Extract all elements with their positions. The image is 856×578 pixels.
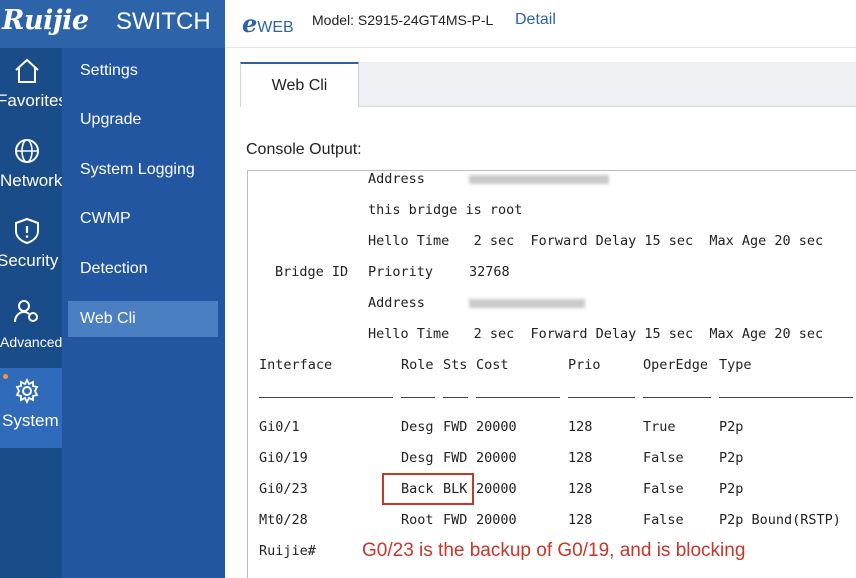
shield-icon bbox=[15, 217, 39, 245]
submenu-item-upgrade[interactable]: Upgrade bbox=[68, 102, 218, 138]
column-rule bbox=[476, 397, 560, 398]
cell-prio: 128 bbox=[568, 450, 593, 466]
column-header-sts: Sts bbox=[443, 357, 468, 373]
redacted-address bbox=[469, 175, 609, 184]
column-rule bbox=[643, 397, 711, 398]
tab-web-cli[interactable]: Web Cli bbox=[240, 62, 359, 107]
column-header-role: Role bbox=[401, 357, 434, 373]
submenu-item-detection[interactable]: Detection bbox=[68, 251, 218, 287]
console-priority-label: Priority bbox=[368, 264, 434, 280]
column-header-interface: Interface bbox=[259, 357, 333, 373]
brand-product: SWITCH bbox=[116, 8, 211, 35]
console-output[interactable]: Address this bridge is root Hello Time 2… bbox=[247, 170, 856, 578]
column-header-operedge: OperEdge bbox=[643, 357, 709, 373]
category-rail: Favorites Network Security Advanced Syst… bbox=[0, 48, 67, 578]
cell-interface: Gi0/19 bbox=[259, 450, 308, 466]
main-content: Web Cli Console Output: Address this bri… bbox=[225, 48, 856, 578]
console-hello-line: Hello Time 2 sec Forward Delay 15 sec Ma… bbox=[368, 233, 824, 249]
rail-label: Advanced bbox=[0, 334, 63, 350]
column-rule bbox=[401, 397, 435, 398]
cell-type: P2p bbox=[719, 481, 744, 497]
cell-interface: Gi0/23 bbox=[259, 481, 308, 497]
column-rule bbox=[719, 397, 853, 398]
brand-bar: Ruijie SWITCH bbox=[0, 0, 225, 48]
users-gear-icon bbox=[14, 300, 38, 323]
notification-dot bbox=[3, 374, 8, 379]
redacted-address bbox=[469, 299, 585, 308]
cell-cost: 20000 bbox=[476, 512, 517, 528]
cell-prio: 128 bbox=[568, 419, 593, 435]
cell-prio: 128 bbox=[568, 512, 593, 528]
model-label: Model: S2915-24GT4MS-P-L bbox=[312, 12, 494, 28]
cell-sts: FWD bbox=[443, 450, 468, 466]
cell-type: P2p bbox=[719, 450, 744, 466]
cell-interface: Gi0/1 bbox=[259, 419, 300, 435]
cell-operedge: False bbox=[643, 450, 684, 466]
column-header-cost: Cost bbox=[476, 357, 509, 373]
header: eWEB Model: S2915-24GT4MS-P-L Detail bbox=[225, 0, 856, 48]
rail-item-favorites[interactable]: Favorites bbox=[0, 48, 67, 128]
column-header-prio: Prio bbox=[568, 357, 601, 373]
column-rule bbox=[568, 397, 635, 398]
rail-item-advanced[interactable]: Advanced bbox=[0, 288, 62, 368]
console-label: Console Output: bbox=[246, 141, 362, 158]
cell-cost: 20000 bbox=[476, 450, 517, 466]
console-hello-line: Hello Time 2 sec Forward Delay 15 sec Ma… bbox=[368, 326, 824, 342]
gear-icon bbox=[15, 377, 39, 405]
detail-link[interactable]: Detail bbox=[515, 11, 556, 29]
home-icon bbox=[15, 58, 39, 83]
highlight-box bbox=[382, 473, 474, 505]
rail-item-security[interactable]: Security bbox=[0, 208, 62, 288]
rail-label: Security bbox=[0, 251, 59, 270]
submenu: Settings Upgrade System Logging CWMP Det… bbox=[62, 48, 225, 578]
cell-type: P2p Bound(RSTP) bbox=[719, 512, 841, 528]
cell-operedge: False bbox=[643, 481, 684, 497]
rail-item-system[interactable]: System bbox=[0, 368, 62, 448]
console-address-label: Address bbox=[368, 295, 425, 311]
column-header-type: Type bbox=[719, 357, 752, 373]
submenu-item-settings[interactable]: Settings bbox=[68, 53, 218, 89]
cell-prio: 128 bbox=[568, 481, 593, 497]
console-address-label: Address bbox=[368, 171, 425, 187]
cell-sts: FWD bbox=[443, 512, 468, 528]
cell-role: Desg bbox=[401, 419, 434, 435]
column-rule bbox=[443, 397, 468, 398]
console-priority-value: 32768 bbox=[469, 264, 510, 280]
console-root-text: this bridge is root bbox=[368, 202, 523, 218]
cell-cost: 20000 bbox=[476, 481, 517, 497]
cell-role: Desg bbox=[401, 450, 434, 466]
cell-operedge: True bbox=[643, 419, 676, 435]
eweb-logo: eWEB bbox=[242, 9, 294, 38]
globe-icon bbox=[15, 139, 39, 163]
column-rule bbox=[259, 397, 393, 398]
annotation-text: G0/23 is the backup of G0/19, and is blo… bbox=[362, 540, 746, 561]
brand-logo: Ruijie bbox=[2, 5, 89, 36]
rail-label: Favorites bbox=[0, 91, 67, 110]
cell-operedge: False bbox=[643, 512, 684, 528]
rail-label: Network bbox=[0, 171, 63, 190]
submenu-item-cwmp[interactable]: CWMP bbox=[68, 201, 218, 237]
cell-sts: FWD bbox=[443, 419, 468, 435]
submenu-item-web-cli[interactable]: Web Cli bbox=[68, 301, 218, 337]
rail-item-network[interactable]: Network bbox=[0, 128, 62, 208]
cell-cost: 20000 bbox=[476, 419, 517, 435]
console-bridge-id-label: Bridge ID bbox=[275, 264, 349, 280]
submenu-item-system-logging[interactable]: System Logging bbox=[68, 152, 218, 188]
cell-type: P2p bbox=[719, 419, 744, 435]
console-prompt: Ruijie# bbox=[259, 543, 316, 559]
tab-strip: Web Cli bbox=[240, 62, 856, 107]
cell-interface: Mt0/28 bbox=[259, 512, 308, 528]
cell-role: Root bbox=[401, 512, 434, 528]
rail-label: System bbox=[2, 411, 59, 430]
